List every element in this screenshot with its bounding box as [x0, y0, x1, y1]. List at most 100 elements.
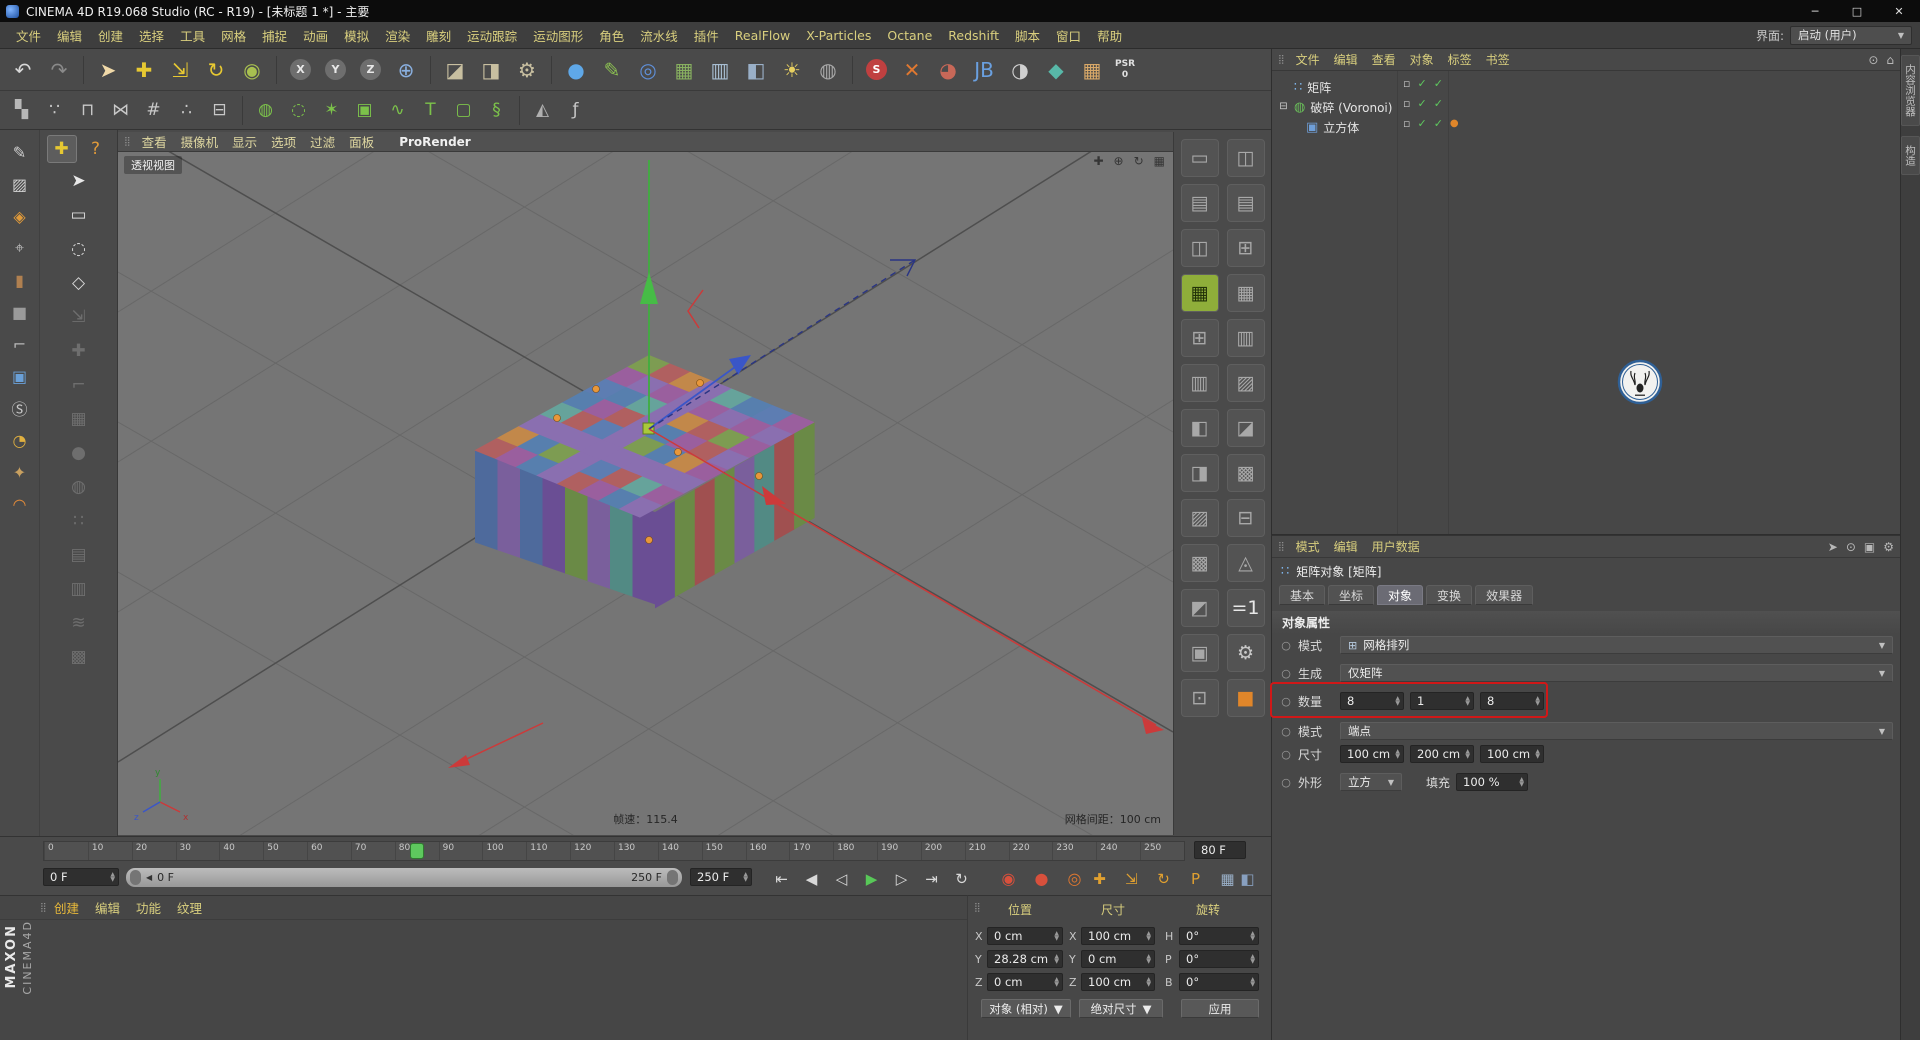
psr-reset-button[interactable]: PSR 0: [1115, 59, 1135, 80]
palette-icon[interactable]: ▥: [1180, 364, 1219, 402]
palette-icon[interactable]: ◫: [1226, 139, 1265, 177]
menu-item[interactable]: 网格: [213, 26, 254, 45]
deformer-icon[interactable]: ◍: [811, 53, 845, 87]
xpresso-icon[interactable]: ƒ: [560, 96, 591, 125]
palette-icon[interactable]: ▤: [1226, 184, 1265, 222]
render-region-icon[interactable]: ◨: [474, 53, 508, 87]
texture-mode-icon[interactable]: ▨: [7, 172, 33, 196]
pan-view-icon[interactable]: ✚: [1093, 154, 1103, 168]
stepper[interactable]: ▲ ▼: [1519, 777, 1524, 788]
am-menu-item[interactable]: 编辑: [1327, 538, 1365, 555]
render-settings-icon[interactable]: ⚙: [510, 53, 544, 87]
stepper[interactable]: ▲ ▼: [1054, 931, 1059, 942]
home-icon[interactable]: ⌂: [1886, 53, 1894, 67]
drag-handle-icon[interactable]: ⣿: [124, 137, 131, 147]
shape-dropdown[interactable]: 立方 ▼: [1340, 773, 1402, 791]
object-label[interactable]: 破碎 (Voronoi): [1310, 99, 1392, 116]
team-render-icon[interactable]: ◆: [1039, 53, 1073, 87]
timeline-tick[interactable]: 190: [877, 842, 921, 860]
menu-item[interactable]: Octane: [879, 28, 940, 43]
palette-icon[interactable]: ◫: [1180, 229, 1219, 267]
guide-icon[interactable]: ◠: [7, 492, 33, 516]
render-view-icon[interactable]: ◪: [438, 53, 472, 87]
layer-toggle-icon[interactable]: ▫: [1403, 77, 1410, 90]
autokey-button[interactable]: ●: [1028, 867, 1055, 890]
helix-spline-icon[interactable]: §: [481, 96, 512, 125]
object-row-cube[interactable]: ▣ 立方体: [1306, 117, 1359, 137]
star-primitive-icon[interactable]: ✶: [316, 96, 347, 125]
rotate-tool-icon[interactable]: ↻: [199, 53, 233, 87]
tab-effectors[interactable]: 效果器: [1475, 585, 1534, 605]
object-toggles[interactable]: ▫ ✓ ✓: [1403, 77, 1443, 90]
keyframe-circle[interactable]: ○: [1280, 639, 1292, 652]
timeline-tick[interactable]: 170: [789, 842, 833, 860]
rot-h-field[interactable]: 0° ▲ ▼: [1179, 927, 1259, 945]
am-menu-item[interactable]: 用户数据: [1365, 538, 1427, 555]
stepper[interactable]: ▲ ▼: [1250, 977, 1255, 988]
timeline-tick[interactable]: 130: [613, 842, 658, 860]
menu-item[interactable]: 帮助: [1089, 26, 1130, 45]
drag-handle-icon[interactable]: ⣿: [1278, 55, 1285, 65]
viewport-menu-item[interactable]: 显示: [225, 132, 264, 151]
record-keyframe-button[interactable]: ◉: [995, 867, 1022, 890]
stepper[interactable]: ▲ ▼: [1395, 749, 1400, 760]
workplane-lock-icon[interactable]: ⌐: [7, 332, 33, 356]
stepper[interactable]: ▲ ▼: [1250, 931, 1255, 942]
size-z-field[interactable]: 100 cm ▲ ▼: [1081, 973, 1155, 991]
material-menu-item[interactable]: 创建: [46, 898, 87, 917]
tab-transform[interactable]: 变换: [1426, 585, 1473, 605]
keyframe-selection-button[interactable]: ◎: [1061, 867, 1088, 890]
enabled-check-icon[interactable]: ✓: [1434, 77, 1443, 90]
spline-smooth-icon[interactable]: ∿: [382, 96, 413, 125]
end-frame-field[interactable]: 250 F ▲ ▼: [690, 868, 752, 886]
timeline-tick[interactable]: 160: [745, 842, 790, 860]
om-menu-item[interactable]: 查看: [1365, 51, 1403, 68]
prorender-menu[interactable]: ProRender: [399, 135, 471, 149]
lock-icon[interactable]: ▣: [1864, 540, 1875, 554]
timeline-tick[interactable]: 230: [1052, 842, 1096, 860]
prev-key-button[interactable]: ◀: [798, 867, 825, 890]
stepper[interactable]: ▲ ▼: [1535, 696, 1540, 707]
enabled-check-icon[interactable]: ✓: [1417, 97, 1426, 110]
size-z-field[interactable]: 100 cm ▲ ▼: [1480, 745, 1544, 763]
object-toggles[interactable]: ▫ ✓ ✓: [1403, 97, 1443, 110]
palette-icon[interactable]: ⊡: [1180, 679, 1219, 717]
disabled-tool-icon[interactable]: ◍: [64, 473, 94, 501]
fill-field[interactable]: 100 % ▲ ▼: [1456, 773, 1529, 791]
timeline-tick[interactable]: 140: [657, 842, 702, 860]
go-end-button[interactable]: ⇥: [918, 867, 945, 890]
keyframe-circle[interactable]: ○: [1280, 776, 1292, 789]
timeline-tick[interactable]: 210: [964, 842, 1009, 860]
menu-item[interactable]: 雕刻: [418, 26, 459, 45]
viewport-menu-item[interactable]: 选项: [264, 132, 303, 151]
snap-toggle-icon[interactable]: Ⓢ: [7, 396, 33, 420]
pointer-icon[interactable]: ➤: [1828, 540, 1838, 554]
viewport-canvas[interactable]: y x z: [118, 152, 1173, 835]
timeline-tick[interactable]: 200: [920, 842, 965, 860]
stepper[interactable]: ▲ ▼: [1146, 931, 1151, 942]
start-frame-field[interactable]: 0 F ▲ ▼: [43, 868, 119, 886]
go-start-button[interactable]: ⇤: [768, 867, 795, 890]
palette-icon[interactable]: ◨: [1180, 454, 1219, 492]
close-button[interactable]: ✕: [1878, 0, 1920, 22]
model-mode-icon[interactable]: ▮: [7, 268, 33, 292]
object-mode-icon[interactable]: ■: [7, 300, 33, 324]
palette-icon[interactable]: ▥: [1226, 319, 1265, 357]
menu-item[interactable]: 模拟: [336, 26, 377, 45]
zoom-view-icon[interactable]: ⊕: [1114, 154, 1124, 168]
size-y-field[interactable]: 0 cm ▲ ▼: [1081, 950, 1155, 968]
disabled-tool-icon[interactable]: ∷: [64, 507, 94, 535]
menu-item[interactable]: 窗口: [1048, 26, 1089, 45]
viewport-menu-item[interactable]: 过滤: [303, 132, 342, 151]
pos-x-field[interactable]: 0 cm ▲ ▼: [987, 927, 1063, 945]
plain-effector-icon[interactable]: ■: [1226, 679, 1265, 717]
timeline-tick[interactable]: 100: [482, 842, 526, 860]
loop-button[interactable]: ↻: [948, 867, 975, 890]
next-frame-button[interactable]: ▷: [888, 867, 915, 890]
camera-icon[interactable]: ◧: [739, 53, 773, 87]
plugin-jb-icon[interactable]: JB: [967, 53, 1001, 87]
generate-dropdown[interactable]: 仅矩阵 ▼: [1340, 664, 1893, 682]
recent-tool-icon[interactable]: ◉: [235, 53, 269, 87]
disabled-tool-icon[interactable]: ●: [64, 439, 94, 467]
realflow-icon[interactable]: S: [866, 59, 887, 80]
